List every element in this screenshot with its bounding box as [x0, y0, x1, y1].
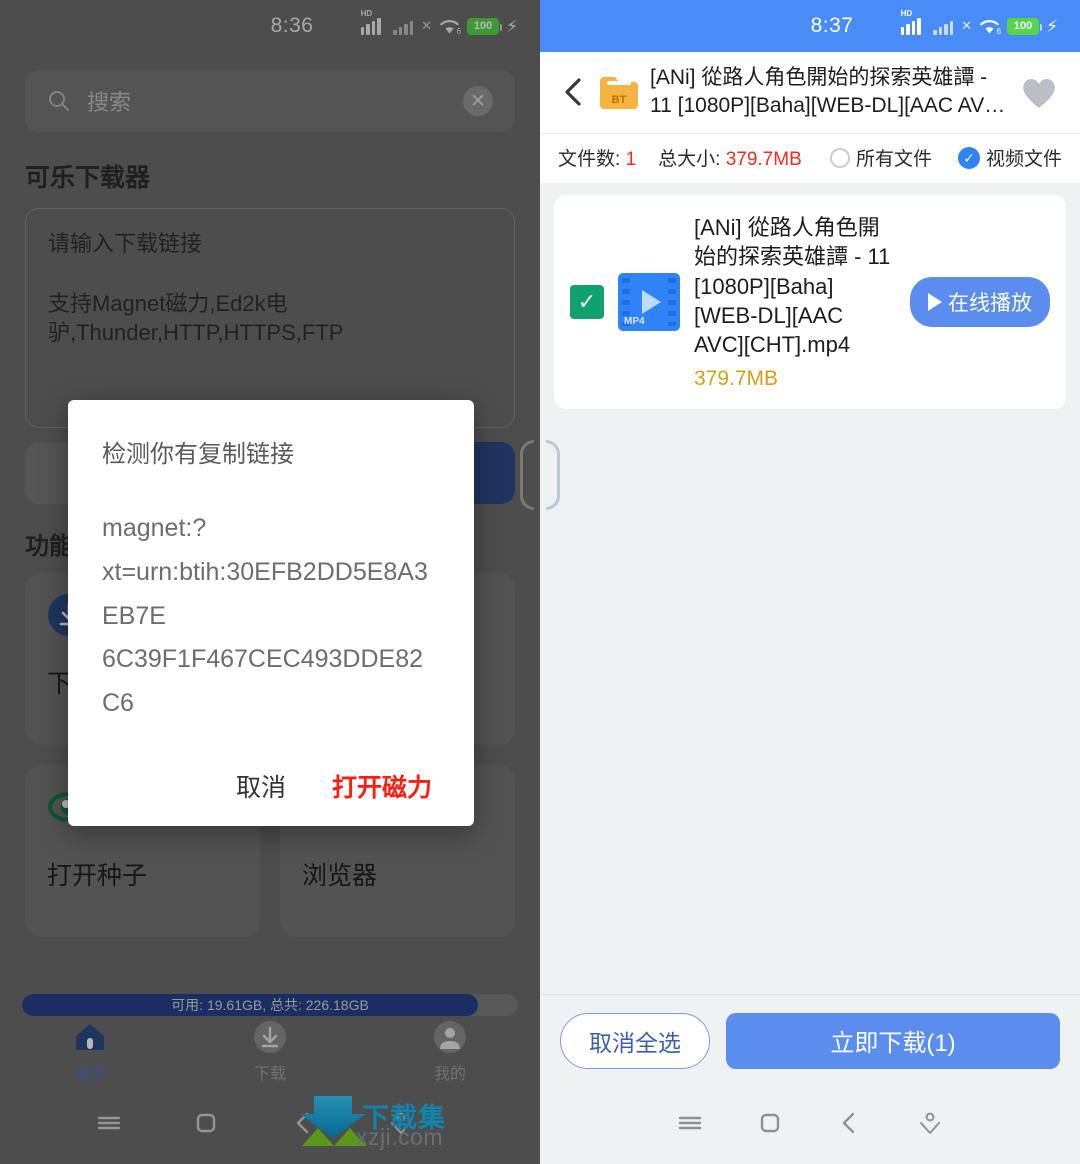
heart-icon[interactable] [1016, 73, 1062, 111]
file-name: [ANi] 從路人角色開始的探索英雄譚 - 11 [1080P][Baha][W… [694, 215, 891, 357]
back-chevron-icon[interactable] [835, 1108, 865, 1143]
download-action-bar: 取消全选 立即下载(1) [540, 994, 1080, 1086]
torrent-header: BT [ANi] 從路人角色開始的探索英雄譚 - 11 [1080P][Baha… [540, 52, 1080, 134]
dialog-open-magnet-button[interactable]: 打开磁力 [332, 768, 432, 804]
signal-bars-secondary-icon [933, 18, 954, 35]
battery-level: 100 [1013, 19, 1033, 32]
dialog-cancel-button[interactable]: 取消 [236, 768, 286, 804]
square-icon[interactable] [755, 1108, 785, 1143]
bt-folder-icon: BT [598, 73, 640, 111]
edge-decoration [546, 440, 560, 510]
right-system-nav-bar [540, 1086, 1080, 1164]
back-button[interactable] [558, 76, 588, 108]
torrent-title: [ANi] 從路人角色開始的探索英雄譚 - 11 [1080P][Baha][W… [650, 66, 1006, 117]
file-count-value: 1 [625, 149, 637, 171]
hd-label: HD [900, 8, 913, 18]
online-play-label: 在线播放 [948, 292, 1032, 316]
dual-phone-screenshot: 8:36 HD ✕ 6 100 ⚡ 搜索 ✕ 可乐下载器 请输入下载链接 支持M… [0, 0, 1080, 1164]
file-extension-badge: MP4 [624, 316, 645, 328]
radio-unselected-icon [829, 147, 850, 168]
signal-bars-icon: HD [900, 9, 927, 35]
file-list-item[interactable]: ✓ MP4 [ANi] 從路人角色開始的探索英雄譚 - 11 [1080P][B… [554, 195, 1066, 409]
play-icon [928, 293, 942, 312]
right-phone-screen: 8:37 HD ✕ 6 100 ⚡ BT [ANi] 從路人角色開始的探索英雄譚… [540, 0, 1080, 1164]
dialog-magnet-hash-line1: xt=urn:btih:30EFB2DD5E8A3EB7E [102, 557, 428, 630]
wifi-icon: 6 [979, 18, 1002, 36]
torrent-meta-bar: 文件数: 1 总大小: 379.7MB 所有文件 ✓ 视频文件 [540, 133, 1080, 184]
svg-text:BT: BT [612, 94, 627, 106]
battery-icon: 100 [1007, 17, 1043, 35]
file-count-label: 文件数: [558, 149, 621, 171]
wifi-gen-label: 6 [996, 26, 1002, 36]
status-icons: HD ✕ 6 100 ⚡ [900, 9, 1058, 36]
magnet-detected-dialog: 检测你有复制链接 magnet:? xt=urn:btih:30EFB2DD5E… [68, 400, 474, 826]
no-service-x-icon: ✕ [961, 18, 973, 33]
filter-video-files[interactable]: ✓ 视频文件 [957, 144, 1062, 171]
dialog-actions: 取消 打开磁力 [102, 768, 440, 804]
filter-all-files-label: 所有文件 [855, 149, 932, 171]
video-thumbnail-icon: MP4 [618, 273, 680, 332]
status-time: 8:37 [810, 14, 854, 37]
file-checkbox[interactable]: ✓ [570, 285, 604, 320]
pointer-down-icon[interactable] [915, 1108, 945, 1143]
charging-bolt-icon: ⚡ [1046, 16, 1058, 36]
file-count: 文件数: 1 [558, 144, 636, 171]
dialog-title: 检测你有复制链接 [102, 441, 294, 468]
filter-all-files[interactable]: 所有文件 [829, 144, 932, 171]
total-size-value: 379.7MB [725, 149, 802, 171]
online-play-button[interactable]: 在线播放 [910, 277, 1050, 328]
file-size: 379.7MB [694, 366, 779, 390]
file-type-filters: 所有文件 ✓ 视频文件 [829, 144, 1062, 171]
right-status-bar: 8:37 HD ✕ 6 100 ⚡ [540, 0, 1080, 52]
menu-icon[interactable] [675, 1108, 705, 1143]
left-phone-screen: 8:36 HD ✕ 6 100 ⚡ 搜索 ✕ 可乐下载器 请输入下载链接 支持M… [0, 0, 540, 1164]
play-triangle-icon [642, 290, 661, 315]
dialog-magnet-hash-line2: 6C39F1F467CEC493DDE82C6 [102, 645, 424, 717]
file-info: [ANi] 從路人角色開始的探索英雄譚 - 11 [1080P][Baha][W… [694, 213, 896, 390]
total-size: 总大小: 379.7MB [658, 144, 802, 171]
dialog-magnet-scheme: magnet:? [102, 514, 207, 542]
total-size-label: 总大小: [658, 149, 721, 171]
radio-selected-icon: ✓ [957, 146, 980, 169]
deselect-all-button[interactable]: 取消全选 [560, 1012, 710, 1069]
download-now-button[interactable]: 立即下载(1) [726, 1012, 1060, 1069]
filter-video-files-label: 视频文件 [985, 149, 1062, 171]
dialog-message: magnet:? xt=urn:btih:30EFB2DD5E8A3EB7E 6… [102, 507, 440, 726]
